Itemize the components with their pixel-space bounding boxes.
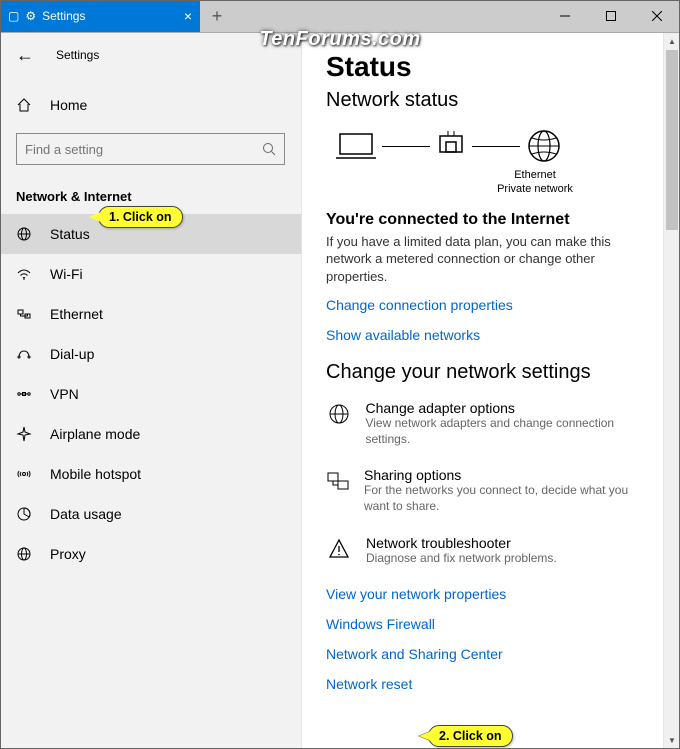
connected-body: If you have a limited data plan, you can…	[326, 233, 656, 286]
link-show-available[interactable]: Show available networks	[326, 327, 656, 343]
connected-heading: You're connected to the Internet	[326, 211, 656, 229]
sharing-icon	[326, 467, 350, 514]
troubleshoot-icon	[326, 535, 352, 567]
callout-2: 2. Click on	[428, 725, 513, 747]
sidebar-item-hotspot[interactable]: Mobile hotspot	[0, 454, 301, 494]
scroll-down-button[interactable]: ▼	[664, 732, 680, 749]
tab-handle-icon: ▢	[8, 9, 19, 23]
hotspot-icon	[16, 466, 32, 482]
sidebar-item-dialup[interactable]: Dial-up	[0, 334, 301, 374]
sidebar-item-label: Dial-up	[50, 346, 94, 362]
search-field[interactable]	[25, 142, 262, 157]
section-change-settings: Change your network settings	[326, 361, 656, 384]
option-title: Sharing options	[364, 467, 656, 483]
airplane-icon	[16, 426, 32, 442]
scrollbar[interactable]: ▲ ▼	[663, 33, 680, 749]
option-desc: For the networks you connect to, decide …	[364, 483, 656, 514]
option-sharing[interactable]: Sharing optionsFor the networks you conn…	[326, 467, 656, 514]
link-sharing-center[interactable]: Network and Sharing Center	[326, 646, 656, 662]
sidebar-item-label: VPN	[50, 386, 79, 402]
callout-1: 1. Click on	[98, 206, 183, 228]
sidebar-item-label: Airplane mode	[50, 426, 140, 442]
dialup-icon	[16, 346, 32, 362]
sidebar-item-wifi[interactable]: Wi-Fi	[0, 254, 301, 294]
status-icon	[16, 226, 32, 242]
tab-settings[interactable]: ▢ ⚙ Settings ×	[0, 0, 200, 32]
sidebar-home[interactable]: Home	[0, 85, 301, 125]
computer-icon	[334, 128, 378, 164]
home-label: Home	[50, 97, 87, 113]
sidebar-item-label: Data usage	[50, 506, 122, 522]
sidebar-item-proxy[interactable]: Proxy	[0, 534, 301, 574]
gear-icon: ⚙	[25, 9, 36, 23]
page-title: Status	[326, 51, 656, 83]
sidebar-item-datausage[interactable]: Data usage	[0, 494, 301, 534]
section-network-status: Network status	[326, 89, 656, 112]
sidebar-item-label: Mobile hotspot	[50, 466, 141, 482]
wifi-icon	[16, 266, 32, 282]
datausage-icon	[16, 506, 32, 522]
option-desc: Diagnose and fix network problems.	[366, 551, 557, 567]
vpn-icon	[16, 386, 32, 402]
tab-label: Settings	[42, 9, 85, 23]
diagram-caption: EthernetPrivate network	[414, 168, 656, 197]
close-button[interactable]	[634, 0, 680, 32]
sidebar-item-vpn[interactable]: VPN	[0, 374, 301, 414]
sidebar-item-label: Wi-Fi	[50, 266, 83, 282]
new-tab-button[interactable]: +	[200, 0, 234, 32]
link-change-connection[interactable]: Change connection properties	[326, 297, 656, 313]
search-icon	[262, 142, 276, 156]
adapter-icon	[326, 400, 351, 447]
option-desc: View network adapters and change connect…	[365, 416, 656, 447]
sidebar-title: Settings	[56, 48, 99, 62]
link-network-reset[interactable]: Network reset	[326, 676, 656, 692]
back-button[interactable]: ←	[16, 45, 34, 66]
sidebar: ← Settings Home Network & Internet Statu…	[0, 33, 302, 749]
minimize-button[interactable]	[542, 0, 588, 32]
option-title: Change adapter options	[365, 400, 656, 416]
sidebar-item-label: Status	[50, 226, 90, 242]
main-pane: Status Network status EthernetPrivate ne…	[302, 33, 680, 749]
sidebar-item-label: Proxy	[50, 546, 86, 562]
ethernet-device-icon	[434, 128, 468, 164]
sidebar-item-ethernet[interactable]: Ethernet	[0, 294, 301, 334]
sidebar-item-label: Ethernet	[50, 306, 103, 322]
link-view-properties[interactable]: View your network properties	[326, 586, 656, 602]
maximize-button[interactable]	[588, 0, 634, 32]
option-title: Network troubleshooter	[366, 535, 557, 551]
network-diagram	[334, 126, 656, 166]
link-firewall[interactable]: Windows Firewall	[326, 616, 656, 632]
ethernet-icon	[16, 306, 32, 322]
proxy-icon	[16, 546, 32, 562]
option-troubleshooter[interactable]: Network troubleshooterDiagnose and fix n…	[326, 535, 656, 567]
titlebar: ▢ ⚙ Settings × +	[0, 0, 680, 33]
home-icon	[16, 97, 32, 113]
option-adapter[interactable]: Change adapter optionsView network adapt…	[326, 400, 656, 447]
search-input[interactable]	[16, 133, 285, 165]
sidebar-item-airplane[interactable]: Airplane mode	[0, 414, 301, 454]
scroll-thumb[interactable]	[666, 50, 678, 230]
scroll-up-button[interactable]: ▲	[664, 33, 680, 50]
tab-close-icon[interactable]: ×	[184, 8, 192, 24]
globe-icon	[524, 126, 564, 166]
